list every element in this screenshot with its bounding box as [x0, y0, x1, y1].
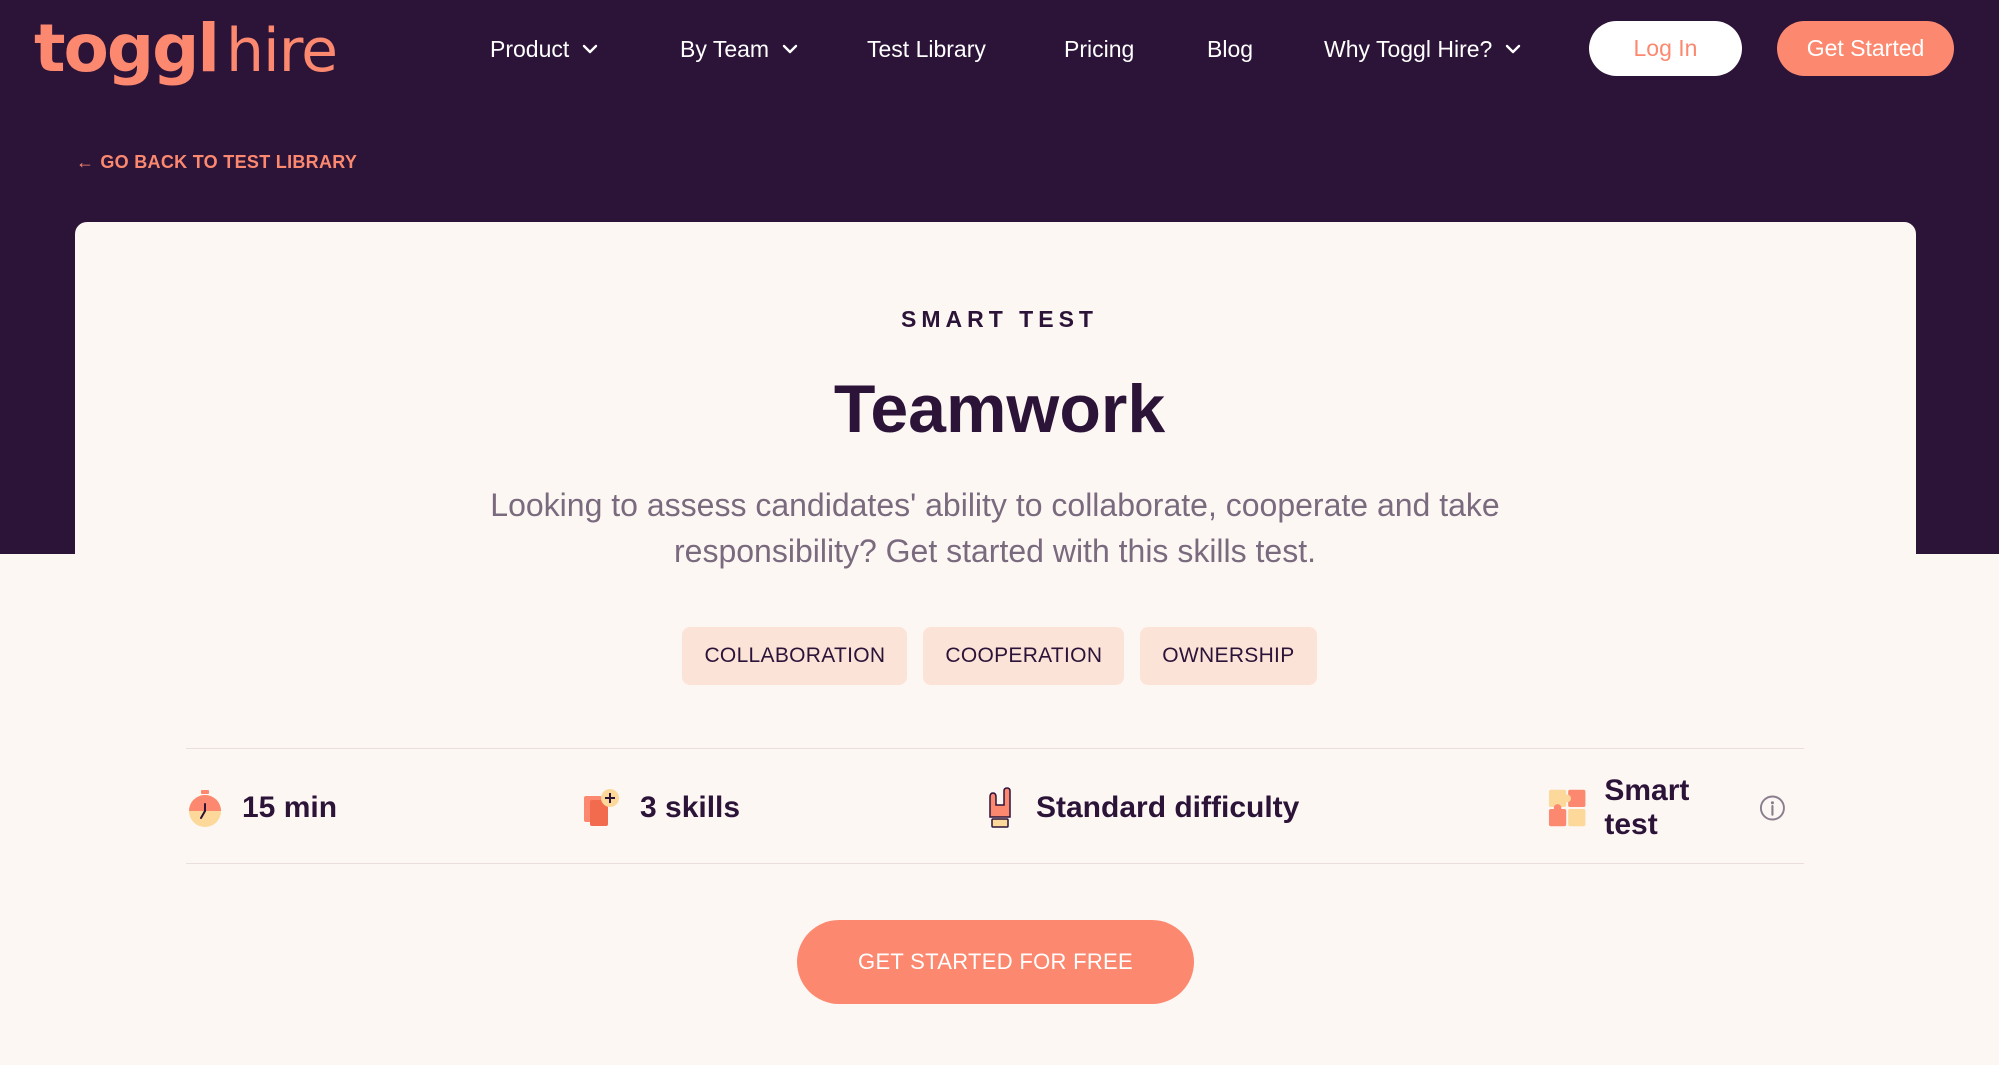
skill-tags: COLLABORATION COOPERATION OWNERSHIP [0, 627, 1999, 685]
stat-difficulty-value: Standard difficulty [1036, 791, 1300, 824]
nav-item-label: Why Toggl Hire? [1324, 35, 1493, 62]
skill-tag: OWNERSHIP [1140, 627, 1317, 685]
get-started-for-free-button[interactable]: GET STARTED FOR FREE [797, 920, 1194, 1004]
rock-hand-icon [989, 787, 1011, 828]
chevron-down-icon [583, 44, 598, 54]
chevron-down-icon [782, 44, 798, 54]
stat-type-value: Smart test [1604, 774, 1690, 841]
nav-item-product[interactable]: Product [490, 36, 680, 63]
nav-item-label: Test Library [867, 35, 986, 62]
divider [186, 748, 1804, 749]
test-category-label: SMART TEST [901, 306, 1098, 332]
stat-skills: 3 skills [582, 780, 740, 836]
stopwatch-icon [189, 790, 221, 827]
logo-wordmark: toggl [34, 10, 220, 87]
nav-item-label: Blog [1207, 35, 1254, 62]
test-description: Looking to assess candidates' ability to… [490, 487, 1500, 569]
skill-tag: COOPERATION [923, 627, 1125, 685]
login-button[interactable]: Log In [1589, 21, 1742, 76]
stat-type: Smart test [1548, 774, 1804, 841]
skill-tag: COLLABORATION [682, 627, 908, 685]
toggl-hire-logo[interactable]: toggl hire [34, 10, 338, 87]
back-link-label: GO BACK TO TEST LIBRARY [100, 151, 358, 172]
stat-duration-value: 15 min [242, 791, 338, 824]
top-navigation: toggl hire Product By Team Test Library … [0, 0, 1999, 98]
nav-item-label: Product [490, 35, 570, 62]
logo-suffix: hire [226, 16, 338, 86]
stat-duration: 15 min [186, 780, 337, 836]
nav-item-label: By Team [680, 35, 770, 62]
divider [186, 863, 1804, 864]
info-icon[interactable] [1759, 794, 1786, 822]
back-to-test-library-link[interactable]: ← GO BACK TO TEST LIBRARY [76, 150, 357, 174]
stat-difficulty: Standard difficulty [984, 780, 1299, 836]
arrow-left-icon: ← [76, 151, 95, 172]
nav-links: Product By Team Test Library Pricing Blo… [490, 0, 1554, 98]
chevron-down-icon [1506, 44, 1521, 54]
test-stats: 15 min 3 skills Standard difficulty Smar… [186, 774, 1804, 841]
nav-item-pricing[interactable]: Pricing [1064, 36, 1207, 63]
page-title: Teamwork [833, 371, 1166, 447]
get-started-button[interactable]: Get Started [1777, 21, 1954, 76]
puzzle-icon [1548, 789, 1586, 827]
nav-item-blog[interactable]: Blog [1207, 36, 1324, 63]
nav-item-test-library[interactable]: Test Library [867, 36, 1064, 63]
skill-cards-icon [584, 789, 619, 826]
nav-item-by-team[interactable]: By Team [680, 36, 867, 63]
nav-item-label: Pricing [1064, 35, 1135, 62]
nav-item-why-toggl-hire[interactable]: Why Toggl Hire? [1324, 36, 1554, 63]
stat-skills-value: 3 skills [640, 791, 741, 824]
